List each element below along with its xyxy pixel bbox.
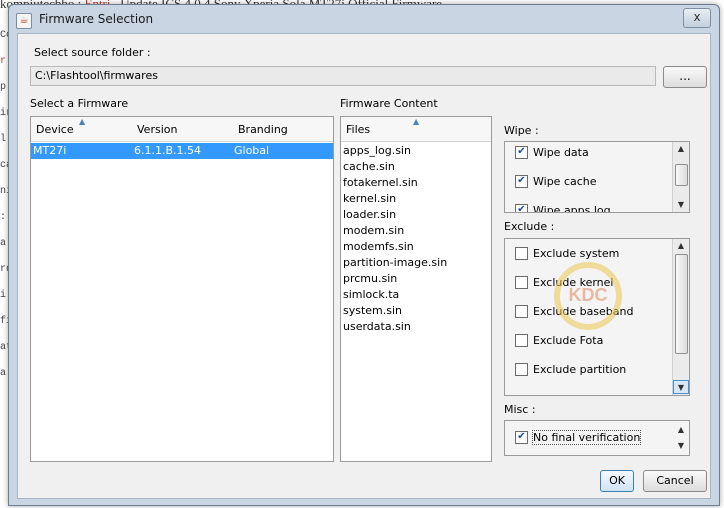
column-header-version[interactable]: Version — [137, 123, 177, 136]
firmware-content-table[interactable]: Files ▲ apps_log.sin cache.sin fotakerne… — [340, 116, 492, 462]
sort-ascending-icon: ▲ — [413, 117, 420, 126]
firmware-table[interactable]: Device ▲ Version Branding MT27i 6.1.1.B.… — [30, 116, 334, 462]
exclude-partition-checkbox[interactable]: Exclude partition — [515, 362, 626, 377]
firmware-branding: Global — [234, 144, 270, 157]
source-folder-field[interactable]: C:\Flashtool\firmwares — [30, 66, 656, 86]
exclude-fota-checkbox[interactable]: Exclude Fota — [515, 333, 603, 348]
firmware-content-label: Firmware Content — [340, 97, 438, 110]
checkmark-icon: ✔ — [515, 145, 528, 159]
misc-options-panel: ✔ No final verification ▲ ▼ — [504, 420, 690, 456]
checkmark-icon: ✔ — [515, 174, 528, 188]
source-folder-label: Select source folder : — [34, 46, 151, 59]
column-header-branding[interactable]: Branding — [238, 123, 288, 136]
scroll-down-icon[interactable]: ▼ — [673, 380, 689, 394]
dialog-content: Select source folder : C:\Flashtool\firm… — [17, 33, 711, 499]
file-item[interactable]: prcmu.sin — [343, 272, 397, 285]
firmware-selection-dialog: ☕ Firmware Selection x Select source fol… — [8, 4, 720, 506]
scroll-up-icon[interactable]: ▲ — [673, 423, 689, 437]
file-item[interactable]: userdata.sin — [343, 320, 411, 333]
exclude-scrollbar[interactable]: ▲ ▼ — [672, 239, 689, 395]
ok-button[interactable]: OK — [600, 470, 634, 492]
sort-ascending-icon: ▲ — [79, 117, 86, 126]
file-item[interactable]: simlock.ta — [343, 288, 399, 301]
file-item[interactable]: partition-image.sin — [343, 256, 447, 269]
scroll-up-icon[interactable]: ▲ — [673, 142, 689, 156]
wipe-cache-checkbox[interactable]: ✔ Wipe cache — [515, 174, 597, 189]
wipe-data-checkbox[interactable]: ✔ Wipe data — [515, 145, 589, 160]
misc-scrollbar[interactable]: ▲ ▼ — [673, 421, 689, 455]
java-app-icon: ☕ — [16, 13, 32, 29]
file-item[interactable]: fotakernel.sin — [343, 176, 418, 189]
file-item[interactable]: modemfs.sin — [343, 240, 414, 253]
select-firmware-label: Select a Firmware — [30, 97, 129, 110]
wipe-scrollbar[interactable]: ▲ ▼ — [672, 142, 689, 212]
checkmark-icon: ✔ — [515, 430, 528, 444]
scroll-thumb[interactable] — [675, 254, 688, 354]
file-item[interactable]: cache.sin — [343, 160, 395, 173]
file-item[interactable]: system.sin — [343, 304, 402, 317]
scroll-up-icon[interactable]: ▲ — [673, 239, 689, 253]
column-header-files[interactable]: Files — [346, 123, 370, 136]
firmware-row-selected[interactable]: MT27i 6.1.1.B.1.54 Global — [31, 143, 333, 159]
firmware-version: 6.1.1.B.1.54 — [134, 144, 202, 157]
exclude-label: Exclude : — [504, 220, 555, 233]
file-item[interactable]: kernel.sin — [343, 192, 396, 205]
scroll-down-icon[interactable]: ▼ — [673, 198, 689, 212]
file-item[interactable]: apps_log.sin — [343, 144, 411, 157]
file-item[interactable]: loader.sin — [343, 208, 396, 221]
scroll-thumb[interactable] — [675, 164, 688, 186]
files-table-header: Files ▲ — [341, 117, 491, 142]
wipe-label: Wipe : — [504, 124, 539, 137]
close-button[interactable]: x — [683, 8, 711, 28]
browse-button[interactable]: ... — [663, 66, 707, 88]
window-title: Firmware Selection — [39, 12, 154, 26]
wipe-apps-log-checkbox[interactable]: ✔ Wipe apps log — [515, 203, 611, 212]
no-final-verification-checkbox[interactable]: ✔ No final verification — [515, 430, 642, 445]
cancel-button[interactable]: Cancel — [643, 470, 707, 492]
title-bar[interactable]: ☕ Firmware Selection x — [9, 5, 719, 33]
firmware-device: MT27i — [33, 144, 67, 157]
column-header-device[interactable]: Device — [36, 123, 74, 136]
checkmark-icon: ✔ — [515, 203, 528, 212]
watermark-logo: KDC — [554, 262, 622, 330]
scroll-down-icon[interactable]: ▼ — [673, 439, 689, 453]
firmware-table-header: Device ▲ Version Branding — [31, 117, 333, 142]
wipe-options-panel: ✔ Wipe data ✔ Wipe cache ✔ Wipe apps log ▲ … — [504, 141, 690, 213]
file-item[interactable]: modem.sin — [343, 224, 404, 237]
misc-label: Misc : — [504, 403, 536, 416]
exclude-system-checkbox[interactable]: Exclude system — [515, 246, 619, 261]
